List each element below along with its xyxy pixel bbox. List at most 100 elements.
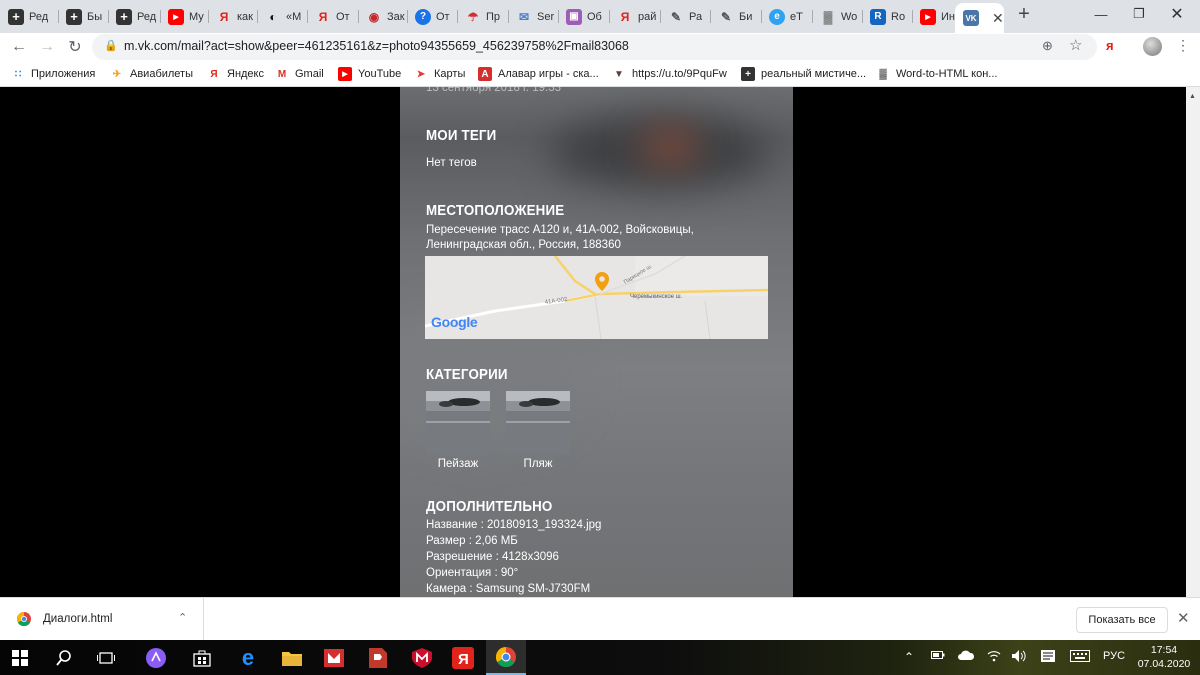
tab[interactable]: e еТ <box>761 4 811 29</box>
yandex-icon: Я <box>210 68 218 80</box>
battery-icon[interactable] <box>931 650 945 663</box>
svg-text:Я: Я <box>458 651 469 668</box>
tab-title: Ред <box>29 10 49 23</box>
etxt-icon: e <box>769 8 785 25</box>
reader-icon[interactable] <box>366 646 390 670</box>
chevron-up-icon[interactable]: ⌃ <box>178 611 187 624</box>
tab[interactable]: + Бы <box>58 4 108 29</box>
tab-title: Би <box>739 10 753 23</box>
bookmark-star-icon[interactable]: ☆ <box>1069 36 1082 54</box>
tab[interactable]: ✎ Ра <box>660 4 710 29</box>
maps-icon: ➤ <box>416 68 426 80</box>
bookmark-item[interactable]: ▓ Word-to-HTML кон... <box>876 66 997 82</box>
yandex-browser-icon[interactable]: Я <box>451 646 475 670</box>
tab-title: Ro <box>891 10 906 23</box>
extra-name: Название : 20180913_193324.jpg <box>426 519 602 531</box>
r-icon: R <box>870 8 886 25</box>
download-item[interactable]: Диалоги.html ⌃ <box>0 598 204 641</box>
tab-title: Ра <box>689 10 703 23</box>
reload-button[interactable]: ↻ <box>64 36 86 58</box>
window-close-button[interactable]: ✕ <box>1154 0 1200 28</box>
tab[interactable]: + Ред <box>0 4 58 29</box>
tab[interactable]: R Ro <box>862 4 912 29</box>
category-label-landscape[interactable]: Пейзаж <box>426 458 490 470</box>
lock-icon[interactable]: 🔒 <box>104 39 118 52</box>
tab[interactable]: ▶ Ин <box>912 4 960 29</box>
address-bar[interactable]: 🔒 m.vk.com/mail?act=show&peer=461235161&… <box>92 34 1097 60</box>
tab[interactable]: ? От <box>407 4 457 29</box>
close-download-bar-icon[interactable]: ✕ <box>1177 609 1190 627</box>
yandex-icon: Я <box>318 9 328 24</box>
new-tab-button[interactable]: + <box>1014 4 1034 24</box>
youtube-icon: ▶ <box>168 8 184 25</box>
show-all-downloads-button[interactable]: Показать все <box>1076 607 1168 633</box>
tab[interactable]: Ярай <box>609 4 660 29</box>
category-label-beach[interactable]: Пляж <box>506 458 570 470</box>
install-icon[interactable]: ⊕ <box>1042 38 1053 54</box>
bookmark-item[interactable]: ∷ Приложения <box>11 66 96 82</box>
bookmark-item[interactable]: ▼ https://u.to/9PquFw <box>612 66 727 82</box>
tab[interactable]: ☂ Пр <box>457 4 508 29</box>
search-icon[interactable] <box>52 646 76 670</box>
file-explorer-icon[interactable] <box>280 646 304 670</box>
tray-chevron-up-icon[interactable]: ⌃ <box>904 650 914 664</box>
volume-icon[interactable] <box>1012 650 1026 665</box>
bookmark-item[interactable]: + реальный мистиче... <box>741 66 866 82</box>
yandex-icon: Я <box>219 9 229 24</box>
cloud-icon[interactable] <box>958 650 975 663</box>
extra-camera: Камера : Samsung SM-J730FM <box>426 583 591 595</box>
tab[interactable]: ▶ Му <box>160 4 208 29</box>
tab-title: Му <box>189 10 204 23</box>
edge-icon[interactable]: e <box>236 645 260 670</box>
image-icon: ▣ <box>566 8 582 25</box>
menu-icon[interactable]: ⋮ <box>1176 37 1190 54</box>
location-map[interactable]: 41А-002 Черемыкинское ш. Парицкое ш. Goo… <box>425 256 768 339</box>
download-file-name[interactable]: Диалоги.html <box>43 613 112 625</box>
tab[interactable]: + Ред <box>108 4 160 29</box>
clock[interactable]: 17:54 07.04.2020 <box>1136 643 1192 671</box>
tab[interactable]: ✉ Ser <box>508 4 558 29</box>
store-icon[interactable] <box>190 646 214 670</box>
tab[interactable]: ◉ Зак <box>358 4 407 29</box>
page-scrollbar[interactable]: ▲ <box>1186 87 1200 597</box>
tab[interactable]: ✎ Би <box>710 4 761 29</box>
chrome-taskbar-icon[interactable] <box>486 640 526 675</box>
language-indicator[interactable]: РУС <box>1103 650 1125 662</box>
wifi-icon[interactable] <box>987 650 1001 665</box>
bookmark-item[interactable]: ✈ Авиабилеты <box>110 66 193 82</box>
yandex-extension-icon[interactable]: я <box>1106 38 1114 53</box>
extra-size: Размер : 2,06 МБ <box>426 535 518 547</box>
mail-app-icon[interactable] <box>322 646 346 670</box>
windows-start-icon[interactable] <box>8 646 32 670</box>
bookmark-item[interactable]: A Алавар игры - ска... <box>478 66 599 82</box>
category-thumb-beach[interactable] <box>506 391 570 455</box>
back-button[interactable]: ← <box>8 36 30 58</box>
clock-date: 07.04.2020 <box>1137 658 1191 670</box>
forward-button[interactable]: → <box>36 36 58 58</box>
tab[interactable]: Я От <box>307 4 358 29</box>
bookmark-item[interactable]: ➤ Карты <box>414 66 466 82</box>
location-title: МЕСТОПОЛОЖЕНИЕ <box>426 203 565 219</box>
photo-background-spot <box>640 127 700 167</box>
tab[interactable]: ▣ Об <box>558 4 609 29</box>
map-road-label-2: Черемыкинское ш. <box>630 294 683 300</box>
tab-active[interactable]: VK ✕ <box>955 3 1004 33</box>
bookmark-item[interactable]: M Gmail <box>275 66 324 82</box>
scroll-up-icon[interactable]: ▲ <box>1189 93 1196 100</box>
tab[interactable]: ◐ «М <box>257 4 307 29</box>
tab[interactable]: ▓ Wo <box>812 4 862 29</box>
notes-icon[interactable] <box>1041 650 1055 665</box>
alice-icon[interactable] <box>144 646 168 670</box>
task-view-icon[interactable] <box>94 646 118 670</box>
category-thumb-landscape[interactable] <box>426 391 490 455</box>
tab-close-icon[interactable]: ✕ <box>992 10 1004 27</box>
vk-icon: VK <box>963 10 979 26</box>
profile-avatar[interactable] <box>1143 37 1162 56</box>
bookmark-item[interactable]: Я Яндекс <box>207 66 264 82</box>
tab[interactable]: Якак <box>208 4 257 29</box>
url-text[interactable]: m.vk.com/mail?act=show&peer=461235161&z=… <box>124 39 629 53</box>
mcafee-icon[interactable] <box>410 646 434 670</box>
bookmark-item[interactable]: ▶ YouTube <box>338 66 401 82</box>
tab-title: рай <box>638 10 657 23</box>
keyboard-icon[interactable] <box>1070 650 1090 665</box>
